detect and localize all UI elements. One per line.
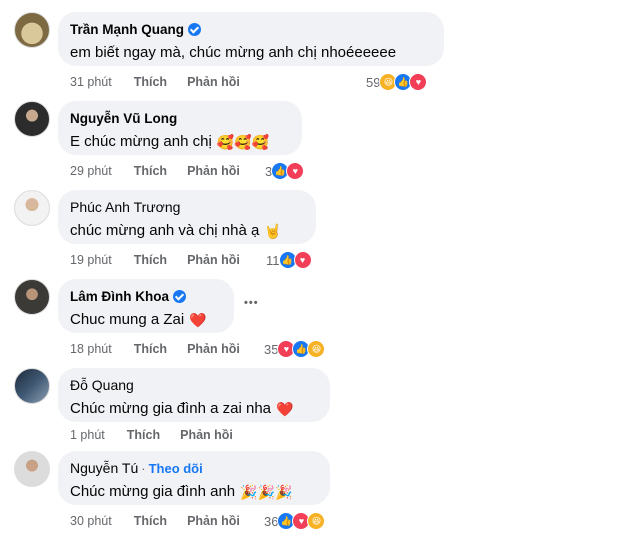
reaction-count: 59 — [366, 74, 381, 90]
comment-bubble: Trần Mạnh Quang em biết ngay mà, chúc mừ… — [58, 12, 444, 66]
comment-bubble: Nguyễn Vũ Long E chúc mừng anh chị 🥰🥰🥰 — [58, 101, 302, 155]
smiling-hearts-emoji: 🥰🥰🥰 — [216, 134, 270, 150]
author-name[interactable]: Trần Mạnh Quang — [70, 22, 184, 37]
love-icon: ♥ — [409, 73, 428, 91]
verified-badge-icon — [188, 22, 202, 36]
comment-bubble: Phúc Anh Trương chúc mừng anh và chị nhà… — [58, 190, 316, 244]
avatar[interactable] — [14, 279, 50, 315]
comment-text: Chúc mừng gia đình a zai nha — [70, 400, 271, 417]
verified-badge-icon — [173, 289, 187, 303]
comment-meta: 31 phút Thích Phản hồi — [70, 74, 240, 90]
reaction-summary[interactable]: 11 👍 ♥ — [266, 251, 312, 269]
comment-bubble: Nguyễn Tú · Theo dõi Chúc mừng gia đình … — [58, 451, 330, 505]
love-icon: ♥ — [293, 251, 312, 269]
reply-button[interactable]: Phản hồi — [187, 75, 240, 89]
avatar[interactable] — [14, 451, 50, 487]
reply-button[interactable]: Phản hồi — [187, 342, 240, 356]
more-options-icon[interactable]: ••• — [244, 297, 259, 309]
like-button[interactable]: Thích — [134, 75, 167, 89]
comment-bubble: Đỗ Quang Chúc mừng gia đình a zai nha ❤️ — [58, 368, 330, 422]
like-button[interactable]: Thích — [134, 164, 167, 178]
reply-button[interactable]: Phản hồi — [180, 428, 233, 442]
reply-button[interactable]: Phản hồi — [187, 253, 240, 267]
reaction-summary[interactable]: 3 👍 ♥ — [265, 162, 305, 180]
reaction-summary[interactable]: 36 👍 ♥ 😆 — [264, 512, 326, 530]
comment-text: E chúc mừng anh chị — [70, 133, 212, 150]
reaction-count: 11 — [266, 252, 280, 268]
like-button[interactable]: Thích — [134, 253, 167, 267]
comment-meta: 30 phút Thích Phản hồi — [70, 513, 240, 529]
comment-meta: 19 phút Thích Phản hồi — [70, 252, 240, 268]
reaction-summary[interactable]: 35 ♥ 👍 😆 — [264, 340, 326, 358]
comment-time[interactable]: 30 phút — [70, 514, 112, 528]
author-name[interactable]: Đỗ Quang — [70, 377, 134, 393]
author-name[interactable]: Nguyễn Vũ Long — [70, 111, 177, 126]
author-name[interactable]: Lâm Đình Khoa — [70, 289, 169, 304]
love-icon: ♥ — [286, 162, 305, 180]
like-button[interactable]: Thích — [127, 428, 160, 442]
author-name[interactable]: Phúc Anh Trương — [70, 199, 180, 215]
party-popper-emoji: 🎉🎉🎉 — [240, 484, 293, 500]
reaction-count: 36 — [264, 513, 279, 529]
avatar[interactable] — [14, 101, 50, 137]
comment-meta: 1 phút Thích Phản hồi — [70, 427, 233, 443]
author-name[interactable]: Nguyễn Tú — [70, 460, 138, 476]
like-button[interactable]: Thích — [134, 514, 167, 528]
haha-icon: 😆 — [307, 340, 326, 358]
comment-text: chúc mừng anh và chị nhà ạ — [70, 222, 260, 239]
avatar[interactable] — [14, 368, 50, 404]
rock-hand-emoji: 🤘 — [264, 223, 282, 239]
reply-button[interactable]: Phản hồi — [187, 164, 240, 178]
haha-icon: 😆 — [307, 512, 326, 530]
red-heart-emoji: ❤️ — [189, 312, 207, 328]
comment-bubble: Lâm Đình Khoa Chuc mung a Zai ❤️ — [58, 279, 234, 333]
comment-time[interactable]: 29 phút — [70, 164, 112, 178]
like-button[interactable]: Thích — [134, 342, 167, 356]
comment-meta: 18 phút Thích Phản hồi — [70, 341, 240, 357]
red-heart-emoji: ❤️ — [276, 401, 294, 417]
comment-time[interactable]: 18 phút — [70, 342, 112, 356]
reply-button[interactable]: Phản hồi — [187, 514, 240, 528]
comment-text: Chúc mừng gia đình anh — [70, 483, 236, 500]
comment-time[interactable]: 1 phút — [70, 428, 105, 442]
avatar[interactable] — [14, 12, 50, 48]
comment-text: Chuc mung a Zai — [70, 311, 185, 328]
reaction-count: 35 — [264, 341, 279, 357]
avatar[interactable] — [14, 190, 50, 226]
separator-dot: · — [141, 460, 146, 476]
reaction-summary[interactable]: 59 😆 👍 ♥ — [366, 73, 428, 91]
comment-time[interactable]: 31 phút — [70, 75, 112, 89]
comment-meta: 29 phút Thích Phản hồi — [70, 163, 240, 179]
comment-text: em biết ngay mà, chúc mừng anh chị nhoée… — [70, 44, 397, 61]
comment-time[interactable]: 19 phút — [70, 253, 112, 267]
follow-button[interactable]: Theo dõi — [149, 461, 203, 476]
